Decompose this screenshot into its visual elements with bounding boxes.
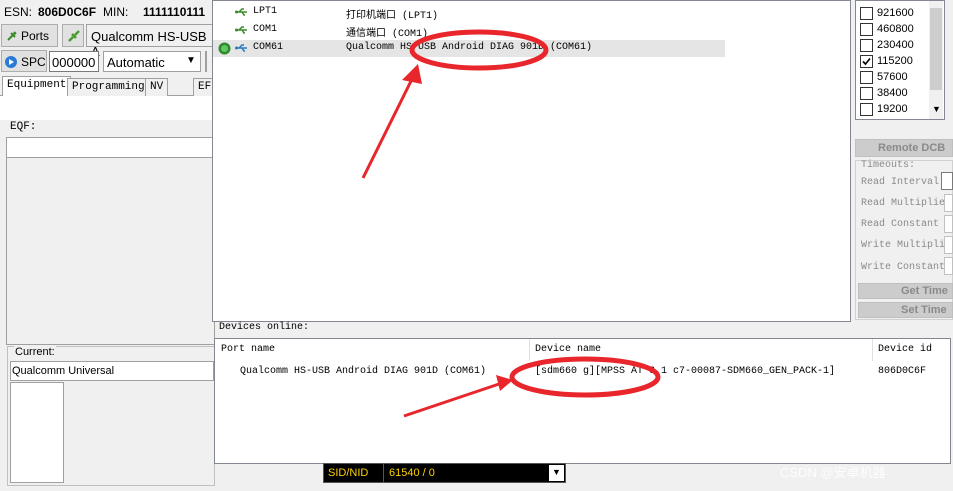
read-multiplier-label: Read Multiplier [861, 198, 952, 209]
checkbox[interactable] [860, 39, 873, 52]
min-value: 1111110111 [143, 5, 206, 19]
esn-value: 806D0C6F [38, 5, 97, 19]
sid-label: SID/NID [328, 467, 369, 479]
separator [205, 51, 207, 72]
port-row-com1[interactable]: COM1 通信端口 (COM1) [213, 22, 725, 40]
spc-label: SPC [21, 55, 46, 69]
chevron-down-icon: ▼ [186, 55, 196, 66]
tab-strip: Equipment Programming NV EF [0, 76, 215, 96]
checkbox[interactable] [860, 87, 873, 100]
checkmark-icon [862, 57, 871, 66]
spc-input-value: 000000 [52, 55, 96, 70]
active-status-icon [218, 42, 231, 55]
checkbox[interactable] [860, 7, 873, 20]
sid-dropdown[interactable]: ▼ [549, 465, 564, 481]
devices-table[interactable]: Port name Device name Device id Qualcomm… [214, 338, 951, 464]
info-circle-icon [5, 56, 17, 68]
read-interval-input[interactable] [941, 172, 953, 190]
read-constant-input[interactable] [944, 215, 953, 233]
timeouts-label: Timeouts: [861, 160, 916, 171]
set-timeouts-button[interactable]: Set Time [858, 302, 953, 318]
mode-select-value: Automatic [107, 55, 165, 70]
eqf-panel [6, 137, 215, 345]
port-desc: Qualcomm HS-USB Android DIAG 901D (COM61… [346, 42, 593, 53]
min-label: MIN: [103, 5, 129, 19]
write-constant-input[interactable] [944, 257, 953, 275]
checkbox[interactable] [860, 103, 873, 116]
write-multiplier-label: Write Multipli [861, 240, 946, 251]
ports-label: Ports [21, 29, 50, 43]
esn-label: ESN: [4, 5, 33, 19]
port-name: COM1 [253, 24, 278, 35]
ports-button[interactable]: Ports [1, 24, 58, 47]
usb-icon [235, 8, 247, 16]
read-multiplier-input[interactable] [944, 194, 953, 212]
ports-toolbar: Ports Qualcomm HS-USB A [0, 24, 216, 59]
current-group: Current: Qualcomm Universal [7, 346, 215, 486]
scroll-down-icon[interactable]: ▼ [932, 104, 941, 114]
device-port: Qualcomm HS-USB Android DIAG 901D (COM61… [240, 366, 487, 377]
column-header-device[interactable]: Device name [535, 344, 601, 355]
esn-row: ESN: 806D0C6F MIN: 1111110111 [0, 0, 215, 24]
tab-nv[interactable]: NV [145, 78, 169, 96]
current-list[interactable] [10, 382, 64, 483]
connect-plug-icon [68, 30, 80, 42]
tab-content-area [0, 96, 212, 120]
sid-value: 61540 / 0 [389, 467, 435, 479]
tab-programming[interactable]: Programming [67, 78, 150, 96]
port-desc: 通信端口 (COM1) [346, 29, 429, 40]
spc-button[interactable]: SPC [1, 50, 47, 72]
eqf-input[interactable] [7, 138, 214, 158]
devices-online-label: Devices online: [219, 322, 310, 333]
sid-nid-status: SID/NID 61540 / 0 ▼ [323, 463, 566, 483]
port-list[interactable]: LPT1 打印机端口 (LPT1) COM1 通信端口 (COM1) COM61… [212, 0, 851, 322]
current-label: Current: [14, 346, 56, 358]
mode-select[interactable]: Automatic ▼ [103, 51, 201, 72]
checkbox[interactable] [860, 23, 873, 36]
column-header-port[interactable]: Port name [221, 344, 275, 355]
current-value: Qualcomm Universal [12, 365, 115, 377]
plug-icon [7, 31, 17, 41]
spc-toolbar: SPC 000000 Automatic ▼ [0, 50, 215, 74]
remote-dcb-button[interactable]: Remote DCB [855, 139, 953, 157]
chevron-down-icon: ▼ [552, 467, 561, 477]
scrollbar-thumb[interactable] [930, 8, 942, 90]
checkbox[interactable] [860, 71, 873, 84]
get-timeouts-button[interactable]: Get Time [858, 283, 953, 299]
port-row-com61[interactable]: COM61 Qualcomm HS-USB Android DIAG 901D … [213, 40, 725, 57]
port-name: LPT1 [253, 6, 278, 17]
read-interval-label: Read Interval [861, 177, 940, 188]
write-multiplier-input[interactable] [944, 236, 953, 254]
column-divider [529, 339, 530, 361]
column-divider [872, 339, 873, 361]
checkbox[interactable] [860, 55, 873, 68]
port-name: COM61 [253, 42, 284, 53]
write-constant-label: Write Constant [861, 262, 946, 273]
eqf-label: EQF: [10, 121, 37, 133]
usb-icon [235, 26, 247, 34]
table-row[interactable]: Qualcomm HS-USB Android DIAG 901D (COM61… [215, 361, 950, 379]
device-id: 806D0C6F [878, 366, 927, 377]
watermark: CSDN @安卓机器 [780, 465, 886, 480]
spc-input[interactable]: 000000 [49, 51, 99, 72]
column-header-id[interactable]: Device id [878, 344, 932, 355]
port-row-lpt1[interactable]: LPT1 打印机端口 (LPT1) [213, 4, 725, 22]
device-name: [sdm660 g][MPSS AT 3.1 c7-00087-SDM660_G… [535, 366, 836, 377]
port-select[interactable]: Qualcomm HS-USB A [86, 24, 216, 59]
connect-button[interactable] [62, 24, 84, 47]
port-desc: 打印机端口 (LPT1) [346, 11, 439, 22]
divider [383, 464, 384, 482]
tab-equipment[interactable]: Equipment [2, 76, 72, 96]
read-constant-label: Read Constant [861, 219, 940, 230]
usb-icon [235, 44, 247, 52]
current-value-field[interactable]: Qualcomm Universal [10, 361, 214, 381]
